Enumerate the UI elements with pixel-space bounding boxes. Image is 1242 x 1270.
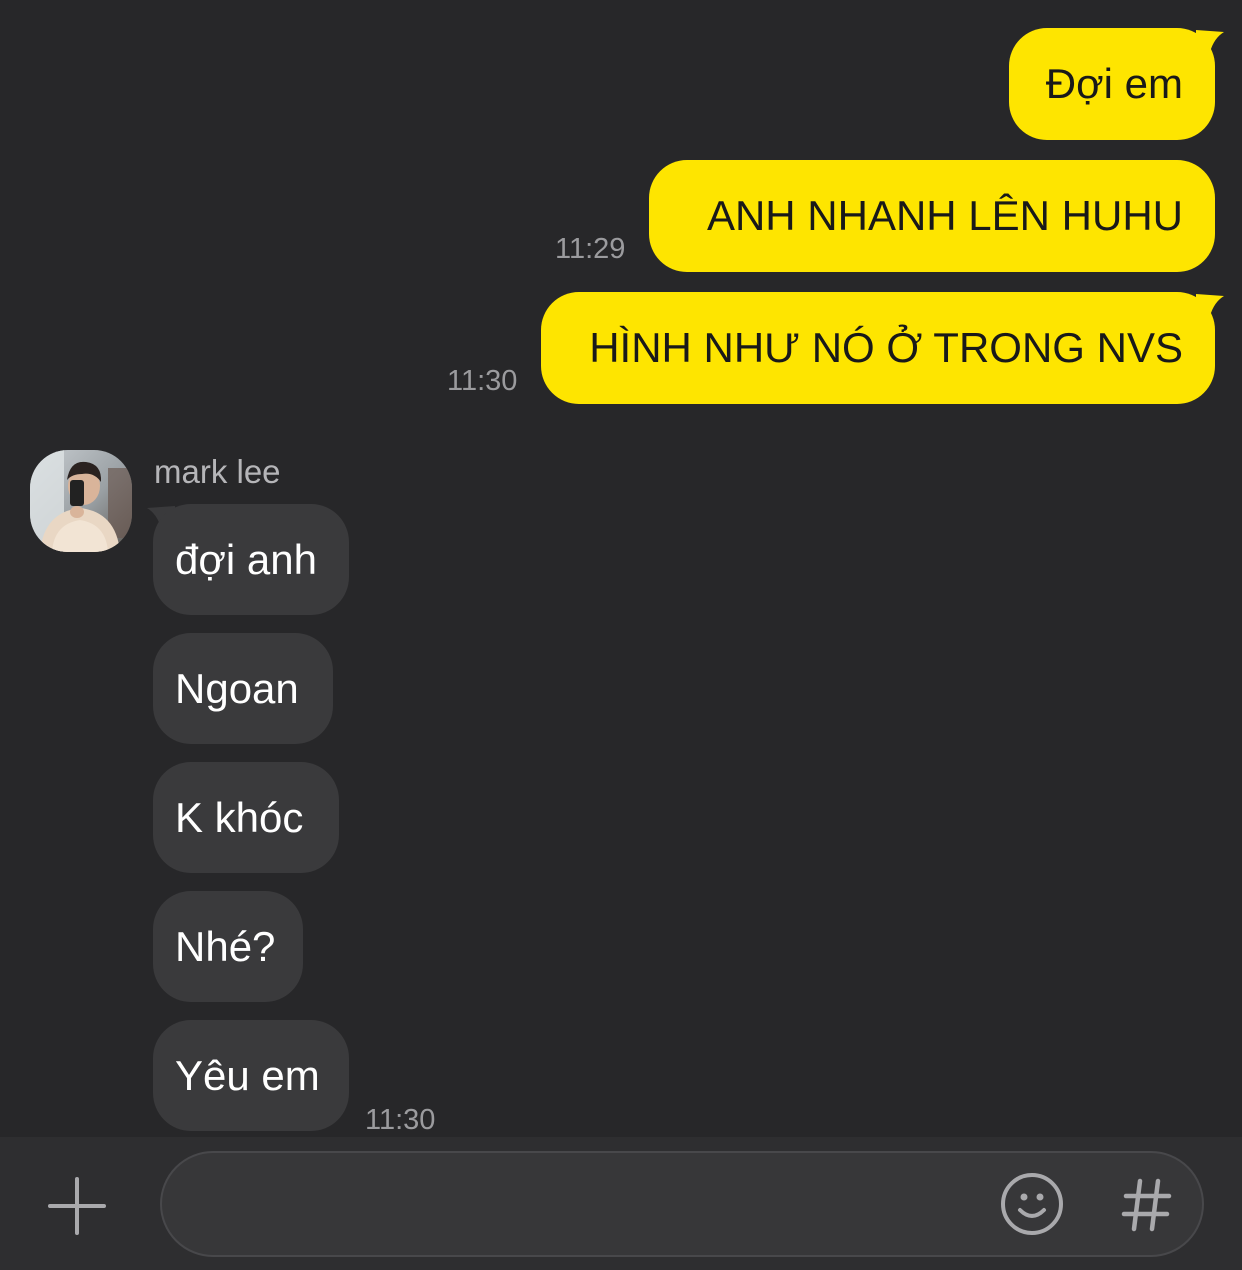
- incoming-message[interactable]: Ngoan: [153, 633, 333, 744]
- incoming-message[interactable]: Nhé?: [153, 891, 303, 1002]
- message-timestamp: 11:30: [447, 365, 518, 397]
- message-text: Yêu em: [175, 1051, 320, 1099]
- contact-avatar[interactable]: [30, 450, 132, 552]
- outgoing-message[interactable]: HÌNH NHƯ NÓ Ở TRONG NVS: [541, 292, 1215, 404]
- message-timestamp: 11:29: [555, 233, 626, 265]
- message-timestamp: 11:30: [365, 1104, 436, 1136]
- outgoing-message[interactable]: ANH NHANH LÊN HUHU: [649, 160, 1215, 272]
- message-text: Ngoan: [175, 664, 299, 712]
- message-text: ANH NHANH LÊN HUHU: [706, 192, 1183, 239]
- message-text: Nhé?: [175, 922, 276, 970]
- incoming-message[interactable]: đợi anh: [153, 504, 349, 615]
- plus-icon: [48, 1177, 106, 1235]
- bubble-tail: [1196, 30, 1224, 52]
- message-text: K khóc: [175, 793, 304, 841]
- hashtag-search-button[interactable]: [1120, 1177, 1174, 1233]
- sender-name: mark lee: [154, 453, 281, 490]
- outgoing-message[interactable]: Đợi em: [1009, 28, 1215, 140]
- message-text: Đợi em: [1045, 60, 1183, 107]
- profile-photo-icon: [30, 450, 132, 552]
- message-text: đợi anh: [175, 535, 317, 583]
- incoming-message[interactable]: K khóc: [153, 762, 339, 873]
- chat-history[interactable]: Đợi em ANH NHANH LÊN HUHU 11:29 HÌNH NHƯ…: [0, 0, 1242, 1137]
- bubble-tail: [1196, 294, 1224, 316]
- emoji-button[interactable]: [1000, 1172, 1064, 1236]
- emoji-icon: [1001, 1173, 1063, 1235]
- message-composer: [0, 1137, 1242, 1270]
- hash-icon: [1121, 1178, 1172, 1232]
- message-text: HÌNH NHƯ NÓ Ở TRONG NVS: [589, 324, 1183, 371]
- attach-button[interactable]: [44, 1173, 110, 1239]
- incoming-message[interactable]: Yêu em: [153, 1020, 349, 1131]
